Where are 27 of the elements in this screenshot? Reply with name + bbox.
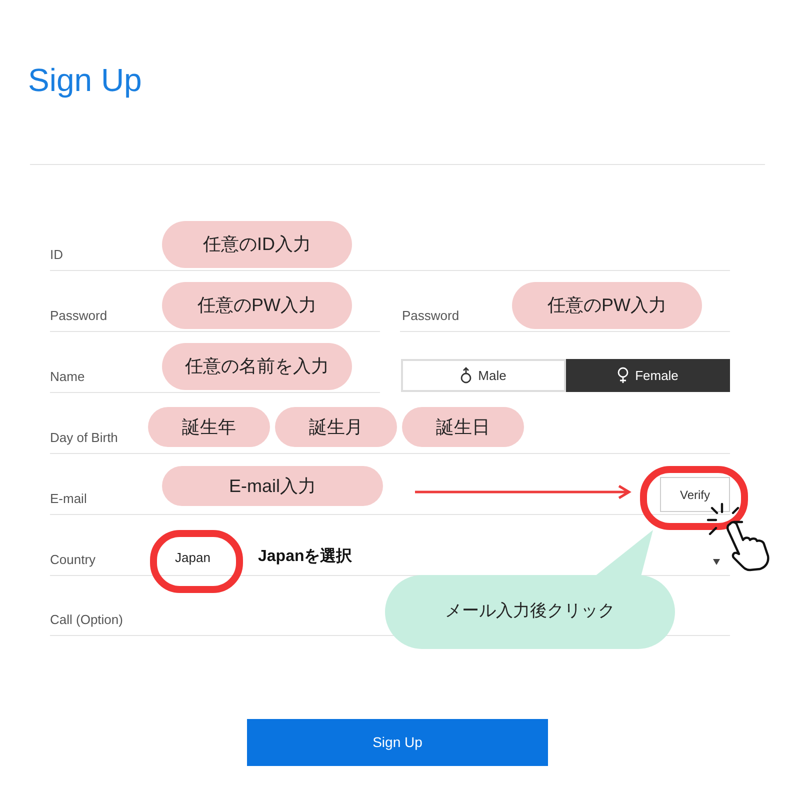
field-label: Day of Birth — [50, 428, 119, 447]
gender-option[interactable]: Female — [566, 359, 730, 392]
input-note: 誕生年 — [148, 407, 270, 447]
input-note: E-mail入力 — [162, 466, 383, 506]
input-note: 誕生日 — [402, 407, 524, 447]
field-label: E-mail — [50, 490, 88, 508]
input-note: 誕生月 — [275, 407, 397, 447]
country-value[interactable]: Japan — [175, 548, 258, 575]
verify-button[interactable]: Verify — [660, 477, 730, 512]
female-icon — [617, 367, 630, 384]
input-note: 任意のPW入力 — [512, 282, 702, 329]
input-note: 任意のPW入力 — [162, 282, 352, 329]
field-label: ID — [50, 246, 64, 264]
instruction-text: Japanを選択 — [258, 546, 352, 567]
male-icon — [460, 367, 472, 384]
field-label: Password — [401, 306, 460, 324]
field-label: Country — [50, 550, 97, 569]
dropdown-caret-icon[interactable] — [713, 559, 720, 565]
page-title: Sign Up — [28, 61, 143, 100]
gender-option[interactable]: Male — [401, 359, 566, 392]
input-note: 任意の名前を入力 — [162, 343, 352, 390]
input-note: 任意のID入力 — [162, 221, 352, 268]
sign-up-button[interactable]: Sign Up — [247, 719, 548, 766]
callout-text: メール入力後クリック — [444, 600, 616, 622]
field-label: Name — [50, 368, 86, 386]
field-label: Call (Option) — [50, 610, 124, 629]
field-label: Password — [50, 306, 108, 324]
